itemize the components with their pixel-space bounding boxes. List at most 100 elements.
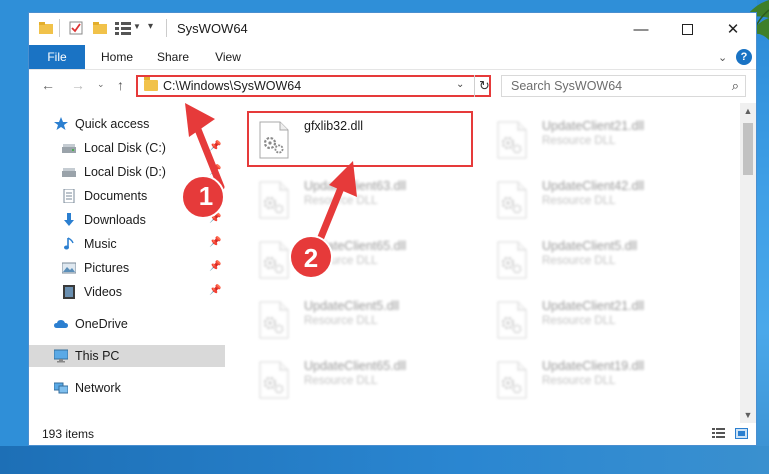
file-item[interactable]: UpdateClient21.dll Resource DLL <box>485 107 715 163</box>
nav-item-label: OneDrive <box>75 317 128 331</box>
divider <box>59 19 60 37</box>
nav-item-local-disk-d[interactable]: Local Disk (D:) 📌 <box>29 161 225 183</box>
nav-item-label: Documents <box>84 189 148 203</box>
navigation-pane: Quick access Local Disk (C:) 📌 Local Dis… <box>29 103 225 423</box>
quick-access-dropdown-icon[interactable]: ▼ <box>133 22 141 31</box>
network-icon <box>54 382 68 394</box>
properties-icon[interactable] <box>69 21 83 35</box>
file-item[interactable]: UpdateClient21.dll Resource DLL <box>485 287 715 343</box>
ribbon: File Home Share View ⌄ ? <box>29 45 756 70</box>
file-type: Resource DLL <box>304 315 378 327</box>
file-name: UpdateClient21.dll <box>542 119 645 133</box>
nav-item-videos[interactable]: Videos 📌 <box>29 281 225 303</box>
tab-share[interactable]: Share <box>147 45 199 69</box>
nav-item-quick-access[interactable]: Quick access <box>29 113 225 135</box>
nav-item-music[interactable]: Music 📌 <box>29 233 225 255</box>
pictures-icon <box>62 262 76 274</box>
minimize-button[interactable]: — <box>618 13 664 45</box>
search-placeholder: Search SysWOW64 <box>511 79 623 93</box>
up-icon[interactable]: ↑ <box>117 77 124 93</box>
dll-file-icon <box>497 121 527 159</box>
file-type: Resource DLL <box>304 255 378 267</box>
nav-item-network[interactable]: Network <box>29 377 225 399</box>
videos-icon <box>63 285 75 299</box>
file-name: UpdateClient5.dll <box>542 239 638 253</box>
address-path[interactable]: C:\Windows\SysWOW64 <box>163 79 301 93</box>
tab-home[interactable]: Home <box>89 45 145 69</box>
address-dropdown-icon[interactable]: ⌄ <box>456 79 464 90</box>
refresh-icon[interactable]: ↻ <box>474 75 494 97</box>
expand-ribbon-icon[interactable]: ⌄ <box>718 51 727 64</box>
maximize-icon <box>681 23 693 35</box>
nav-item-label: Music <box>84 237 117 251</box>
close-button[interactable]: ✕ <box>710 13 756 45</box>
dll-file-icon <box>497 241 527 279</box>
file-name: UpdateClient65.dll <box>304 239 407 253</box>
back-icon[interactable]: ← <box>41 77 55 93</box>
window-title: SysWOW64 <box>177 21 248 36</box>
dll-file-icon <box>497 301 527 339</box>
help-icon[interactable]: ? <box>736 49 752 65</box>
pin-icon[interactable]: 📌 <box>209 189 221 200</box>
tab-file[interactable]: File <box>29 45 85 69</box>
scroll-up-icon[interactable]: ▲ <box>740 103 756 119</box>
file-name: UpdateClient63.dll <box>304 179 407 193</box>
file-item[interactable]: UpdateClient63.dll Resource DLL <box>247 167 477 223</box>
file-name: UpdateClient19.dll <box>542 359 645 373</box>
file-item[interactable]: UpdateClient5.dll Resource DLL <box>247 287 477 343</box>
title-bar: ▼ ▾ SysWOW64 — ✕ <box>29 13 756 45</box>
file-type: Resource DLL <box>304 195 378 207</box>
file-item[interactable]: UpdateClient65.dll Resource DLL <box>247 227 477 283</box>
address-bar[interactable]: C:\Windows\SysWOW64 ⌄ ↻ <box>136 75 491 97</box>
file-name: UpdateClient21.dll <box>542 299 645 313</box>
pin-icon[interactable]: 📌 <box>209 237 221 248</box>
vertical-scrollbar[interactable]: ▲ ▼ <box>740 103 756 423</box>
new-folder-icon[interactable] <box>93 21 107 35</box>
documents-icon <box>63 189 75 203</box>
pin-icon[interactable]: 📌 <box>209 141 221 152</box>
file-item[interactable]: UpdateClient5.dll Resource DLL <box>485 227 715 283</box>
folder-icon <box>39 22 53 34</box>
maximize-button[interactable] <box>664 13 710 45</box>
view-options-icon[interactable] <box>115 21 131 35</box>
recent-locations-icon[interactable]: ⌄ <box>97 79 105 90</box>
details-view-icon[interactable] <box>712 428 725 439</box>
search-icon[interactable]: ⌕ <box>732 78 739 94</box>
customize-toolbar-icon[interactable]: ▾ <box>148 21 153 32</box>
pin-icon[interactable]: 📌 <box>209 213 221 224</box>
file-type: Resource DLL <box>542 195 616 207</box>
scroll-down-icon[interactable]: ▼ <box>740 407 756 423</box>
dll-file-icon <box>497 181 527 219</box>
file-item[interactable]: UpdateClient42.dll Resource DLL <box>485 167 715 223</box>
tab-view[interactable]: View <box>203 45 253 69</box>
file-item[interactable]: UpdateClient65.dll Resource DLL <box>247 347 477 403</box>
nav-item-documents[interactable]: Documents 📌 <box>29 185 225 207</box>
pin-icon[interactable]: 📌 <box>209 285 221 296</box>
file-type: Resource DLL <box>542 375 616 387</box>
nav-item-pictures[interactable]: Pictures 📌 <box>29 257 225 279</box>
nav-item-label: Local Disk (D:) <box>84 165 166 179</box>
forward-icon[interactable]: → <box>71 77 85 93</box>
nav-item-downloads[interactable]: Downloads 📌 <box>29 209 225 231</box>
drive-icon <box>62 168 76 177</box>
nav-item-this-pc[interactable]: This PC <box>29 345 225 367</box>
minimize-icon: — <box>633 20 649 38</box>
highlight-box <box>247 111 473 167</box>
scroll-thumb[interactable] <box>743 123 753 175</box>
status-bar: 193 items <box>29 423 756 445</box>
desktop-background-bottom <box>0 446 769 474</box>
nav-item-label: This PC <box>75 349 120 363</box>
pin-icon[interactable]: 📌 <box>209 165 221 176</box>
folder-icon <box>144 77 158 91</box>
file-type: Resource DLL <box>304 375 378 387</box>
file-item[interactable]: UpdateClient19.dll Resource DLL <box>485 347 715 403</box>
nav-item-label: Videos <box>84 285 122 299</box>
nav-item-local-disk-c[interactable]: Local Disk (C:) 📌 <box>29 137 225 159</box>
large-icons-view-icon[interactable] <box>735 428 748 439</box>
desktop-background <box>757 0 769 474</box>
pin-icon[interactable]: 📌 <box>209 261 221 272</box>
item-count: 193 items <box>42 427 95 441</box>
search-input[interactable]: Search SysWOW64 ⌕ <box>501 75 746 97</box>
file-name: UpdateClient65.dll <box>304 359 407 373</box>
nav-item-onedrive[interactable]: OneDrive <box>29 313 225 335</box>
